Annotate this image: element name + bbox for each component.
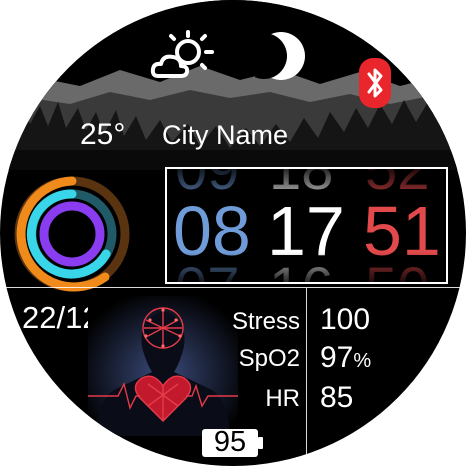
activity-rings-icon xyxy=(14,176,130,292)
watch-face: 25° City Name 09 18 52 08 17 51 07 16 50… xyxy=(0,0,466,466)
time-display: 09 18 52 08 17 51 07 16 50 xyxy=(165,167,448,284)
city-name: City Name xyxy=(162,120,289,150)
partly-cloudy-icon xyxy=(150,30,214,78)
moon-phase-icon xyxy=(255,32,305,80)
divider-horizontal xyxy=(0,287,466,288)
stress-label: Stress xyxy=(231,308,300,335)
divider-vertical xyxy=(306,288,307,458)
bluetooth-icon xyxy=(359,58,391,108)
spo2-unit: % xyxy=(353,350,372,372)
hr-label: HR xyxy=(265,385,300,412)
stress-value: 100 xyxy=(320,303,371,336)
battery-level: 95 xyxy=(213,426,247,458)
temperature: 25° xyxy=(80,118,126,151)
spo2-number: 97 xyxy=(320,341,354,374)
spo2-value: 97% xyxy=(320,341,371,375)
spo2-label: SpO2 xyxy=(238,345,300,372)
hr-value: 85 xyxy=(320,381,354,414)
